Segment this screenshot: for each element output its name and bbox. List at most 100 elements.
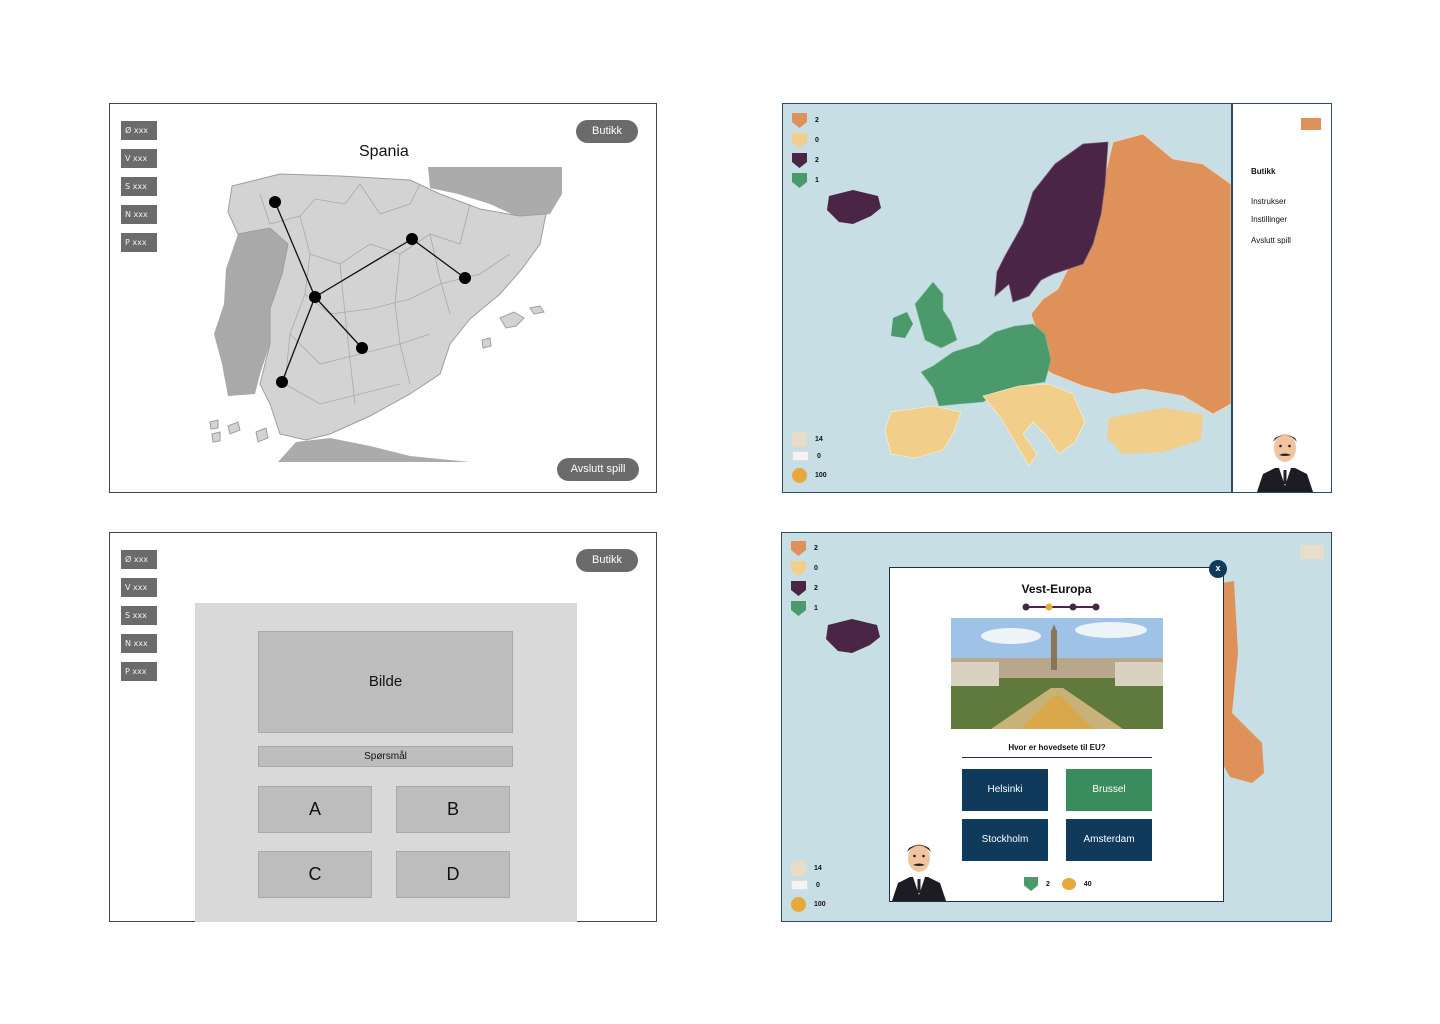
coins-icon (792, 468, 807, 483)
city-node-valencia (459, 272, 471, 284)
resource-value: 2 (815, 157, 819, 164)
shop-icon[interactable] (1301, 118, 1321, 130)
close-icon: x (1215, 563, 1221, 573)
stat-points: P xxx (121, 662, 157, 681)
inventory-value: 0 (816, 881, 820, 889)
host-avatar (892, 844, 946, 901)
answer-amsterdam-button[interactable]: Amsterdam (1066, 819, 1152, 861)
resource-value: 1 (814, 605, 818, 612)
inventory-value: 100 (815, 472, 827, 479)
question-photo (951, 618, 1163, 729)
reward-shields: 2 (1046, 880, 1050, 888)
wireframe-quiz-screen: Ø xxx V xxx S xxx N xxx P xxx Butikk Bil… (109, 532, 657, 922)
inventory-card: 14 (792, 432, 823, 447)
option-c-button[interactable]: C (258, 851, 372, 898)
menu-shop[interactable]: Butikk (1251, 167, 1275, 176)
balearic-small (529, 305, 545, 315)
question-text: Hvor er hovedsete til EU? (962, 743, 1152, 758)
coins-icon (1061, 878, 1076, 890)
resource-value: 2 (814, 545, 818, 552)
resource-green: 1 (791, 601, 818, 616)
inventory-value: 14 (815, 436, 823, 443)
reward-coins: 40 (1083, 880, 1092, 888)
iceland (827, 190, 881, 224)
coins-icon (791, 897, 806, 912)
close-button[interactable]: x (1209, 560, 1227, 578)
inventory-ticket: 0 (792, 451, 821, 461)
image-placeholder: Bilde (258, 631, 513, 733)
progress-step (1069, 603, 1077, 611)
answer-helsinki-button[interactable]: Helsinki (962, 769, 1048, 811)
wireframe-map-screen: Ø xxx V xxx S xxx N xxx P xxx Butikk Spa… (109, 103, 657, 493)
resource-purple: 2 (791, 581, 818, 596)
reward-row: 2 40 (1024, 877, 1092, 891)
option-a-button[interactable]: A (258, 786, 372, 833)
region-west (914, 281, 958, 349)
purple-shield-icon (792, 153, 807, 168)
resource-orange: 2 (791, 541, 818, 556)
progress-step (1022, 603, 1030, 611)
quiz-panel: Bilde Spørsmål A B C D (195, 603, 577, 922)
city-node-galicia (269, 196, 281, 208)
resource-purple: 2 (792, 153, 819, 168)
shop-icon-faded (1300, 545, 1324, 559)
region-east (1222, 581, 1264, 783)
africa-region (278, 438, 470, 462)
progress-indicator (1022, 603, 1100, 611)
europe-map[interactable] (783, 104, 1233, 493)
card-icon (792, 432, 807, 447)
shop-button[interactable]: Butikk (576, 549, 638, 572)
purple-shield-icon (791, 581, 806, 596)
ticket-icon (791, 880, 808, 890)
option-b-button[interactable]: B (396, 786, 510, 833)
menu-instructions[interactable]: Instrukser (1251, 197, 1286, 206)
resource-green: 1 (792, 173, 819, 188)
inventory-coins: 100 (792, 468, 827, 483)
yellow-shield-icon (792, 133, 807, 148)
side-menu: Butikk Instrukser Instillinger Avslutt s… (1231, 104, 1331, 492)
stat-east: Ø xxx (121, 550, 157, 569)
city-node-zaragoza (406, 233, 418, 245)
orange-shield-icon (792, 113, 807, 128)
stat-north: N xxx (121, 634, 157, 653)
inventory-value: 0 (817, 452, 821, 460)
menu-quit[interactable]: Avslutt spill (1251, 236, 1291, 245)
yellow-shield-icon (791, 561, 806, 576)
inventory-value: 14 (814, 865, 822, 872)
resource-value: 0 (815, 137, 819, 144)
resource-orange: 2 (792, 113, 819, 128)
quiz-modal: x Vest-Europa Hvor er hovedsete til EU? … (889, 560, 1227, 902)
answer-brussel-button[interactable]: Brussel (1066, 769, 1152, 811)
ireland (891, 312, 913, 338)
europe-map-screen: 2 0 2 1 14 0 100 Butikk Instrukser Insti… (782, 103, 1332, 493)
balearic-small-2 (481, 337, 492, 349)
resource-value: 2 (815, 117, 819, 124)
resource-yellow: 0 (792, 133, 819, 148)
city-node-madrid (309, 291, 321, 303)
iceland (826, 619, 880, 653)
stat-south: S xxx (121, 606, 157, 625)
orange-shield-icon (791, 541, 806, 556)
card-icon (791, 861, 806, 876)
inventory-coins: 100 (791, 897, 826, 912)
inventory-value: 100 (814, 901, 826, 908)
inventory-ticket: 0 (791, 880, 820, 890)
canary-islands (209, 419, 269, 443)
question-placeholder: Spørsmål (258, 746, 513, 767)
stat-west: V xxx (121, 578, 157, 597)
spain-map[interactable] (110, 104, 658, 494)
progress-step (1092, 603, 1100, 611)
answer-stockholm-button[interactable]: Stockholm (962, 819, 1048, 861)
option-d-button[interactable]: D (396, 851, 510, 898)
resource-value: 1 (815, 177, 819, 184)
ticket-icon (792, 451, 809, 461)
inventory-card: 14 (791, 861, 822, 876)
quit-game-button[interactable]: Avslutt spill (557, 458, 639, 481)
resource-yellow: 0 (791, 561, 818, 576)
resource-value: 2 (814, 585, 818, 592)
green-shield-icon (791, 601, 806, 616)
green-shield-icon (1024, 877, 1038, 891)
menu-settings[interactable]: Instillinger (1251, 215, 1287, 224)
city-node-sevilla (276, 376, 288, 388)
turkey (1107, 408, 1203, 454)
